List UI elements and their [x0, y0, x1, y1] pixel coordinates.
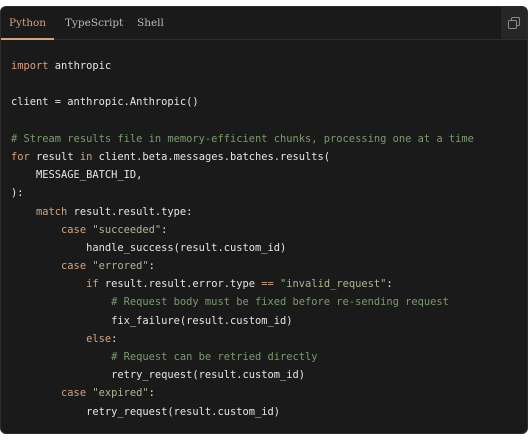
tab-python[interactable]: Python: [1, 7, 55, 40]
code-line: retry_request(result.custom_id): [11, 366, 474, 384]
code-token: # Stream results file in memory-efficien…: [11, 132, 474, 145]
code-token: "succeeded": [92, 223, 162, 236]
code-token: anthropic: [48, 60, 112, 72]
code-token: result.result.type:: [67, 205, 193, 218]
code-panel: Python TypeScript Shell import anthropic…: [0, 6, 528, 434]
code-token: :: [386, 278, 393, 291]
code-token: case: [61, 387, 87, 400]
code-line: ):: [11, 184, 474, 202]
code-token: in: [79, 150, 93, 163]
code-token: client = anthropic.Anthropic(): [11, 96, 199, 109]
code-line: fix_failure(result.custom_id): [11, 312, 474, 330]
code-line: case "succeeded":: [11, 221, 474, 239]
copy-icon: [508, 17, 520, 29]
code-token: # Request body must be fixed before re-s…: [111, 296, 449, 309]
tab-shell[interactable]: Shell: [137, 7, 164, 39]
code-line: case "errored":: [11, 257, 474, 275]
tab-typescript[interactable]: TypeScript: [65, 7, 123, 39]
code-token: ==: [261, 278, 274, 291]
code-token: :: [161, 223, 168, 236]
code-line: # Request body must be fixed before re-s…: [11, 293, 474, 311]
code-line: case "expired":: [11, 384, 474, 402]
code-token: retry_request(result.custom_id): [11, 405, 280, 418]
code-line: MESSAGE_BATCH_ID,: [11, 166, 474, 184]
code-token: handle_success(result.custom_id): [11, 241, 287, 254]
code-token: case: [61, 223, 87, 236]
code-token: MESSAGE_BATCH_ID,: [11, 169, 143, 182]
code-line: for result in client.beta.messages.batch…: [11, 148, 474, 166]
code-line: import anthropic: [11, 57, 474, 75]
code-line: # Request can be retried directly: [11, 348, 474, 366]
code-line: retry_request(result.custom_id): [11, 403, 474, 421]
code-block: import anthropic client = anthropic.Anth…: [11, 57, 474, 421]
code-token: match: [36, 205, 68, 218]
code-token: ):: [11, 187, 24, 200]
code-token: result: [29, 150, 80, 163]
code-token: import: [11, 60, 49, 72]
code-token: "invalid_request": [280, 278, 387, 291]
code-token: :: [111, 332, 118, 345]
code-line: handle_success(result.custom_id): [11, 239, 474, 257]
code-token: case: [61, 260, 87, 273]
code-token: else: [86, 332, 112, 345]
code-line: match result.result.type:: [11, 203, 474, 221]
code-line: else:: [11, 330, 474, 348]
code-token: :: [148, 260, 155, 273]
code-line: # Stream results file in memory-efficien…: [11, 130, 474, 148]
code-token: "errored": [92, 260, 149, 273]
code-token: for: [11, 150, 30, 163]
code-token: "expired": [92, 387, 149, 400]
code-line: if result.result.error.type == "invalid_…: [11, 275, 474, 293]
copy-button[interactable]: [501, 7, 527, 39]
code-token: if: [86, 278, 99, 291]
code-token: fix_failure(result.custom_id): [11, 314, 293, 327]
language-tab-bar: Python TypeScript Shell: [1, 7, 527, 40]
code-token: client.beta.messages.batches.results(: [92, 150, 331, 163]
code-token: result.result.error.type: [98, 278, 262, 291]
code-token: retry_request(result.custom_id): [11, 369, 306, 382]
code-token: # Request can be retried directly: [111, 351, 318, 363]
code-token: :: [148, 387, 155, 400]
code-line: client = anthropic.Anthropic(): [11, 93, 474, 111]
